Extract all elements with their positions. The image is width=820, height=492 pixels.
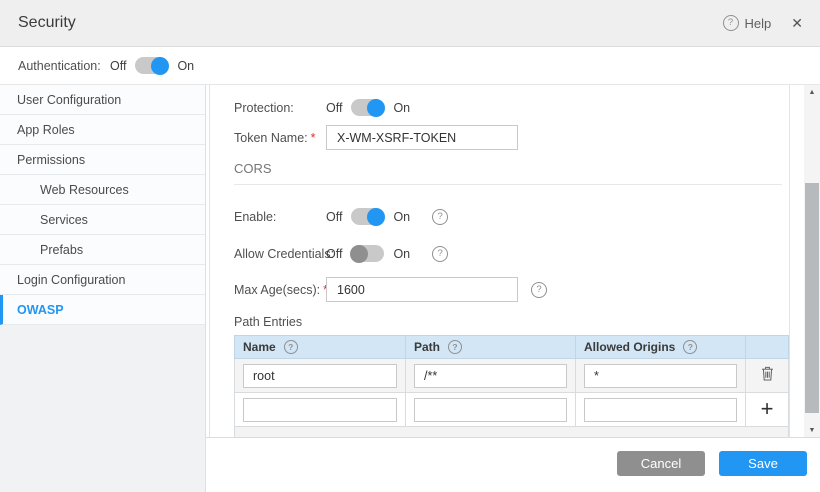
path-entry-name-input[interactable] <box>243 364 397 388</box>
footer-bar: Cancel Save <box>206 437 820 492</box>
column-header-name: Name? <box>235 336 406 359</box>
sidebar-item-user-configuration[interactable]: User Configuration <box>0 85 205 115</box>
path-entry-name-input[interactable] <box>243 398 397 422</box>
max-age-row: Max Age(secs):* ? <box>234 277 547 302</box>
token-name-row: Token Name:* <box>234 125 518 150</box>
path-entry-origins-input[interactable] <box>584 398 737 422</box>
save-button[interactable]: Save <box>719 451 807 476</box>
sidebar-item-label: Web Resources <box>40 183 129 197</box>
cors-section-title: CORS <box>234 161 272 176</box>
sidebar-item-label: Login Configuration <box>17 273 125 287</box>
protection-label: Protection: <box>234 101 326 115</box>
allow-credentials-toggle[interactable] <box>351 245 384 262</box>
token-name-input[interactable] <box>326 125 518 150</box>
titlebar-actions: ? Help ✕ <box>723 0 803 46</box>
help-label: Help <box>745 16 772 31</box>
allow-credentials-row: Allow Credentials: Off On ? <box>234 241 448 266</box>
sidebar-item-label: Permissions <box>17 153 85 167</box>
scroll-up-icon[interactable]: ▲ <box>804 86 820 98</box>
owasp-settings-panel: Protection: Off On Token Name:* CORS Ena… <box>209 85 790 437</box>
sidebar-item-login-configuration[interactable]: Login Configuration <box>0 265 205 295</box>
sidebar-item-owasp[interactable]: OWASP <box>0 295 205 325</box>
max-age-help-icon[interactable]: ? <box>531 282 547 298</box>
path-entry-path-input[interactable] <box>414 398 567 422</box>
close-icon[interactable]: ✕ <box>791 15 803 32</box>
token-name-label: Token Name:* <box>234 131 326 145</box>
protection-toggle-group: Off On <box>326 99 410 116</box>
section-divider <box>234 184 782 185</box>
table-row: + <box>235 393 789 427</box>
cancel-button[interactable]: Cancel <box>617 451 705 476</box>
table-row-clipped <box>235 427 789 438</box>
toggle-knob-icon <box>367 99 385 117</box>
table-header-row: Name? Path? Allowed Origins? <box>235 336 789 359</box>
authentication-bar: Authentication: Off On <box>0 47 820 85</box>
enable-label: Enable: <box>234 210 326 224</box>
max-age-label: Max Age(secs):* <box>234 283 326 297</box>
authentication-toggle[interactable] <box>135 57 168 74</box>
path-entry-path-input[interactable] <box>414 364 567 388</box>
cors-enable-row: Enable: Off On ? <box>234 204 448 229</box>
sidebar-item-label: Prefabs <box>40 243 83 257</box>
scrollbar-thumb[interactable] <box>805 183 819 413</box>
on-label: On <box>393 210 410 224</box>
titlebar: Security ? Help ✕ <box>0 0 820 47</box>
sidebar: User Configuration App Roles Permissions… <box>0 85 206 492</box>
off-label: Off <box>326 247 342 261</box>
path-entry-origins-input[interactable] <box>584 364 737 388</box>
sidebar-item-label: Services <box>40 213 88 227</box>
sidebar-item-label: OWASP <box>17 303 64 317</box>
enable-toggle[interactable] <box>351 208 384 225</box>
authentication-toggle-group: Off On <box>110 57 194 74</box>
help-button[interactable]: ? Help <box>723 15 772 31</box>
column-header-actions <box>746 336 789 359</box>
path-entries-title: Path Entries <box>234 315 302 329</box>
sidebar-item-prefabs[interactable]: Prefabs <box>0 235 205 265</box>
table-row <box>235 359 789 393</box>
security-dialog: Security ? Help ✕ Authentication: Off On… <box>0 0 820 492</box>
help-question-icon: ? <box>723 15 739 31</box>
path-entries-table: Name? Path? Allowed Origins? <box>234 335 789 437</box>
allow-credentials-help-icon[interactable]: ? <box>432 246 448 262</box>
on-label: On <box>393 101 410 115</box>
protection-row: Protection: Off On <box>234 95 410 120</box>
sidebar-item-web-resources[interactable]: Web Resources <box>0 175 205 205</box>
name-column-help-icon[interactable]: ? <box>284 340 298 354</box>
toggle-knob-icon <box>350 245 368 263</box>
path-column-help-icon[interactable]: ? <box>448 340 462 354</box>
off-label: Off <box>326 210 342 224</box>
required-asterisk: * <box>311 131 316 145</box>
toggle-knob-icon <box>151 57 169 75</box>
authentication-label: Authentication: <box>18 59 110 73</box>
on-label: On <box>177 59 194 73</box>
sidebar-item-app-roles[interactable]: App Roles <box>0 115 205 145</box>
column-header-allowed-origins: Allowed Origins? <box>576 336 746 359</box>
sidebar-item-label: App Roles <box>17 123 75 137</box>
off-label: Off <box>326 101 342 115</box>
on-label: On <box>393 247 410 261</box>
off-label: Off <box>110 59 126 73</box>
max-age-input[interactable] <box>326 277 518 302</box>
enable-help-icon[interactable]: ? <box>432 209 448 225</box>
allow-credentials-label: Allow Credentials: <box>234 247 326 261</box>
add-row-icon[interactable]: + <box>761 396 774 421</box>
toggle-knob-icon <box>367 208 385 226</box>
sidebar-item-permissions[interactable]: Permissions <box>0 145 205 175</box>
vertical-scrollbar[interactable]: ▲ ▼ <box>804 85 820 437</box>
sidebar-item-label: User Configuration <box>17 93 121 107</box>
protection-toggle[interactable] <box>351 99 384 116</box>
allow-credentials-toggle-group: Off On ? <box>326 245 448 262</box>
delete-row-icon[interactable] <box>761 366 774 381</box>
sidebar-item-services[interactable]: Services <box>0 205 205 235</box>
enable-toggle-group: Off On ? <box>326 208 448 225</box>
allowed-origins-column-help-icon[interactable]: ? <box>683 340 697 354</box>
scroll-down-icon[interactable]: ▼ <box>804 424 820 436</box>
dialog-title: Security <box>18 14 76 32</box>
column-header-path: Path? <box>406 336 576 359</box>
